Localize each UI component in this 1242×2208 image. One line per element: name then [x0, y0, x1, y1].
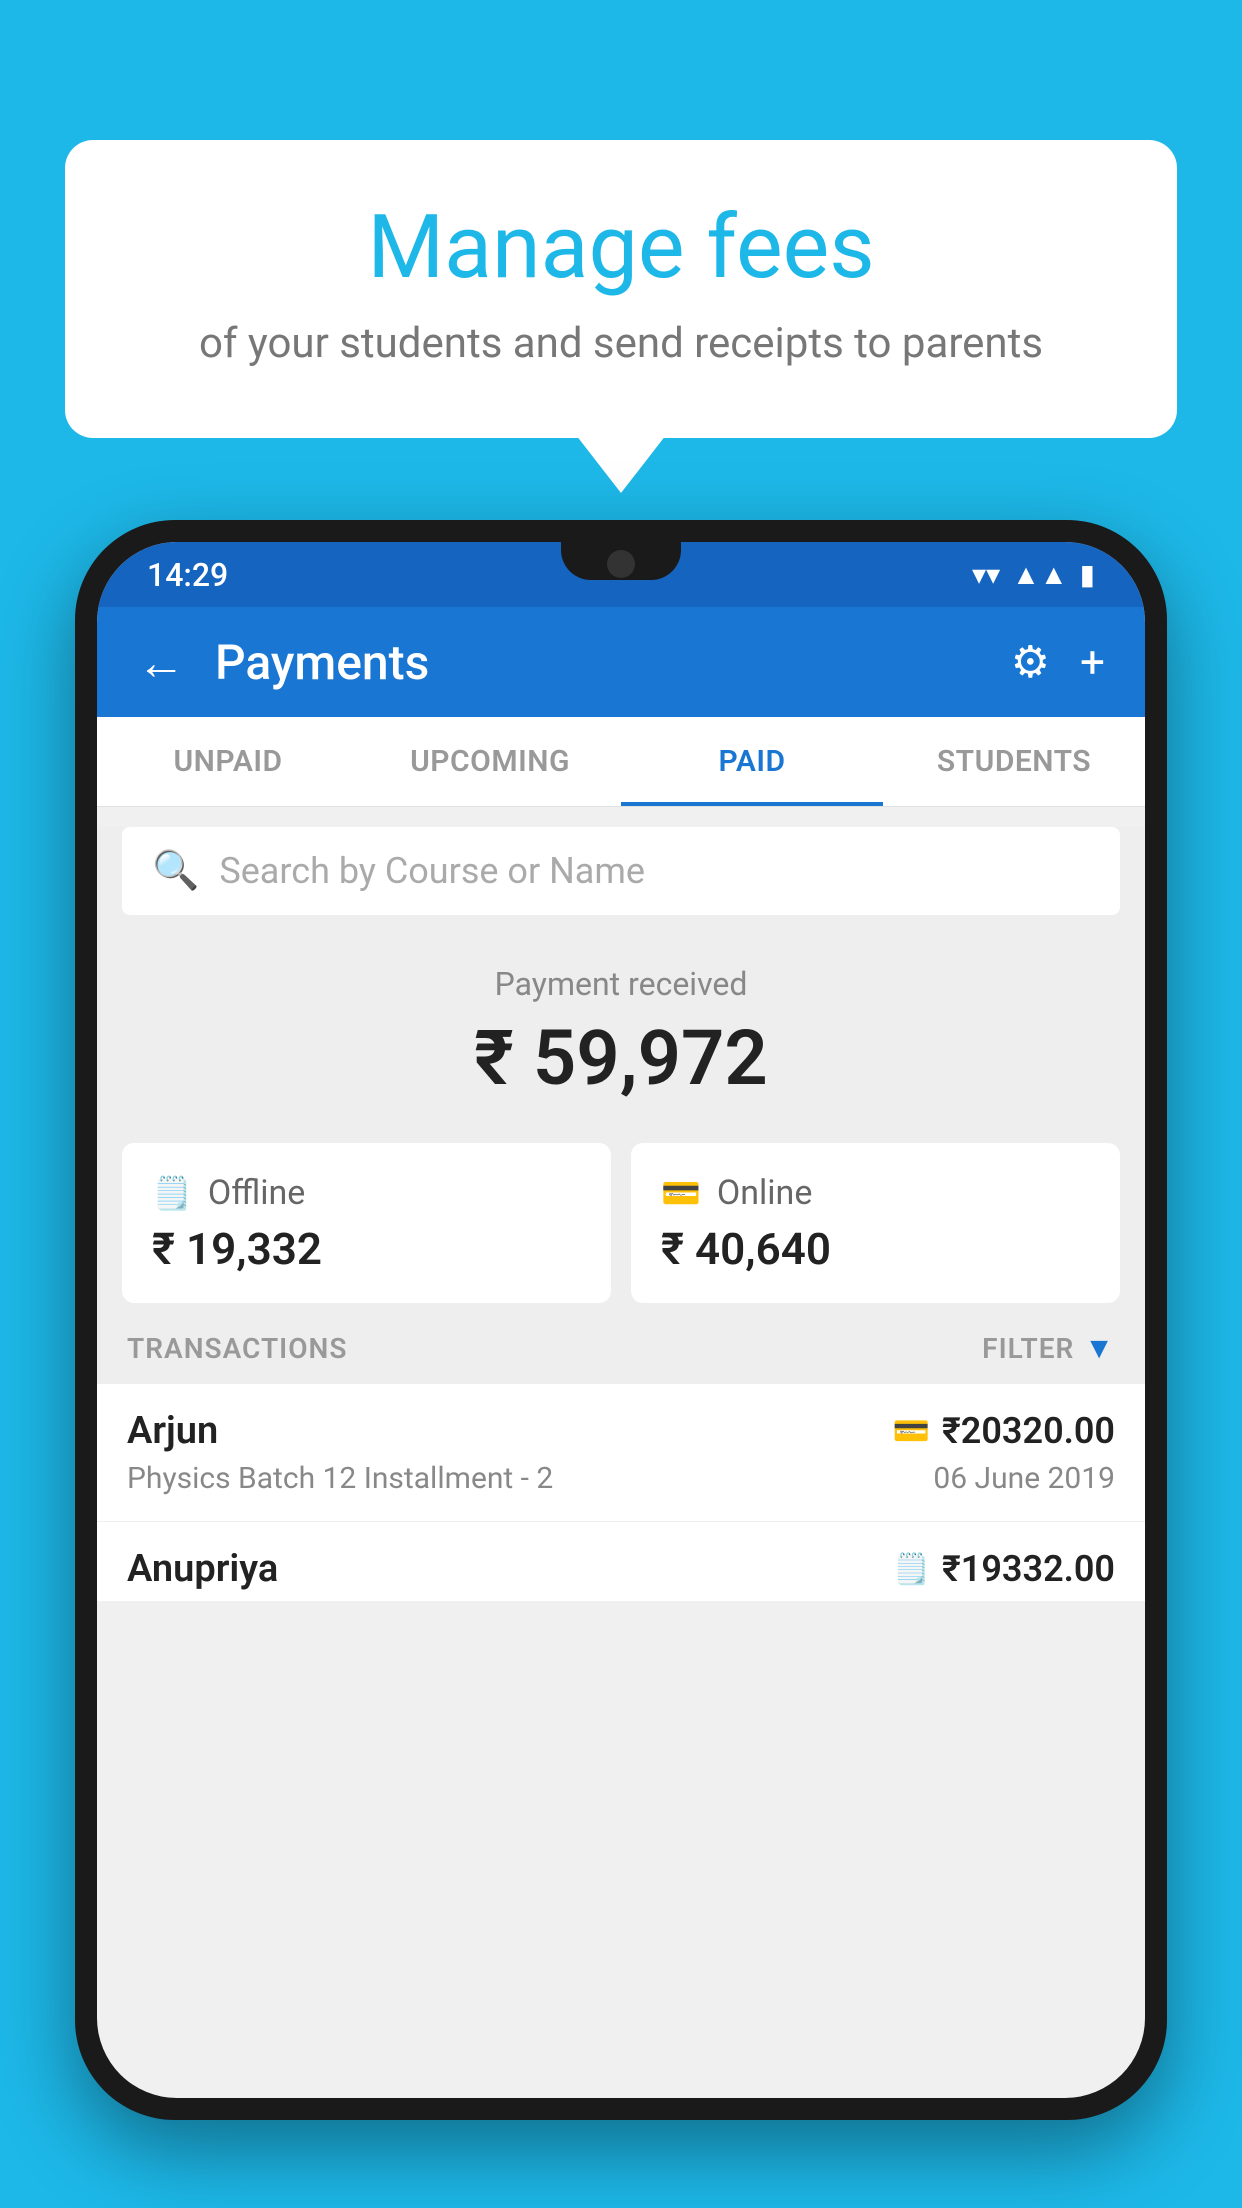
tab-students[interactable]: STUDENTS	[883, 717, 1145, 806]
phone-screen: 14:29 ▾▾ ▲▲ ▮ ← Payments ⚙ + UNPAID	[97, 542, 1145, 2098]
speech-bubble-wrapper: Manage fees of your students and send re…	[65, 140, 1177, 438]
phone-device: 14:29 ▾▾ ▲▲ ▮ ← Payments ⚙ + UNPAID	[75, 520, 1167, 2208]
payment-method-icon: 🗒️	[893, 1552, 930, 1587]
search-bar[interactable]: 🔍 Search by Course or Name	[122, 827, 1120, 915]
transaction-amount-wrapper: 💳 ₹20320.00	[893, 1410, 1115, 1452]
battery-icon: ▮	[1080, 558, 1095, 591]
transaction-amount: ₹20320.00	[942, 1410, 1115, 1452]
offline-card-header: 🗒️ Offline	[152, 1173, 581, 1213]
online-amount: ₹ 40,640	[661, 1223, 1090, 1275]
speech-bubble-title: Manage fees	[145, 200, 1097, 297]
signal-icon: ▲▲	[1012, 558, 1067, 591]
payment-received-section: Payment received ₹ 59,972	[97, 935, 1145, 1123]
settings-icon[interactable]: ⚙	[1011, 636, 1050, 688]
search-input[interactable]: Search by Course or Name	[219, 850, 1090, 892]
speech-bubble: Manage fees of your students and send re…	[65, 140, 1177, 438]
online-icon: 💳	[661, 1174, 701, 1212]
offline-amount: ₹ 19,332	[152, 1223, 581, 1275]
transaction-amount: ₹19332.00	[942, 1548, 1115, 1590]
transaction-top: Anupriya 🗒️ ₹19332.00	[127, 1547, 1115, 1591]
speech-bubble-subtitle: of your students and send receipts to pa…	[145, 319, 1097, 368]
transaction-course: Physics Batch 12 Installment - 2	[127, 1461, 553, 1496]
tab-upcoming[interactable]: UPCOMING	[359, 717, 621, 806]
transactions-label: TRANSACTIONS	[127, 1332, 347, 1365]
tab-unpaid[interactable]: UNPAID	[97, 717, 359, 806]
payment-amount: ₹ 59,972	[97, 1013, 1145, 1103]
online-card: 💳 Online ₹ 40,640	[631, 1143, 1120, 1303]
filter-button[interactable]: FILTER ▼	[982, 1331, 1115, 1366]
transaction-bottom: Physics Batch 12 Installment - 2 06 June…	[127, 1461, 1115, 1496]
transaction-date: 06 June 2019	[933, 1461, 1115, 1496]
offline-card: 🗒️ Offline ₹ 19,332	[122, 1143, 611, 1303]
phone-outer: 14:29 ▾▾ ▲▲ ▮ ← Payments ⚙ + UNPAID	[75, 520, 1167, 2120]
online-card-header: 💳 Online	[661, 1173, 1090, 1213]
transactions-header: TRANSACTIONS FILTER ▼	[97, 1303, 1145, 1384]
offline-icon: 🗒️	[152, 1174, 192, 1212]
top-bar-icons: ⚙ +	[1011, 636, 1105, 688]
phone-camera	[607, 550, 635, 578]
filter-label: FILTER	[982, 1332, 1074, 1365]
table-row[interactable]: Anupriya 🗒️ ₹19332.00	[97, 1522, 1145, 1601]
filter-icon: ▼	[1084, 1331, 1115, 1366]
transaction-top: Arjun 💳 ₹20320.00	[127, 1409, 1115, 1453]
payment-received-label: Payment received	[97, 965, 1145, 1003]
tabs: UNPAID UPCOMING PAID STUDENTS	[97, 717, 1145, 807]
online-label: Online	[717, 1173, 813, 1213]
offline-label: Offline	[208, 1173, 305, 1213]
payment-cards-row: 🗒️ Offline ₹ 19,332 💳 Online ₹ 40,640	[122, 1143, 1120, 1303]
status-time: 14:29	[147, 556, 228, 594]
transaction-amount-wrapper: 🗒️ ₹19332.00	[893, 1548, 1115, 1590]
payment-method-icon: 💳	[893, 1414, 930, 1449]
content-area: 🔍 Search by Course or Name Payment recei…	[97, 827, 1145, 1601]
transaction-name: Anupriya	[127, 1547, 278, 1591]
wifi-icon: ▾▾	[972, 558, 1000, 591]
search-icon: 🔍	[152, 849, 199, 893]
transaction-name: Arjun	[127, 1409, 218, 1453]
add-icon[interactable]: +	[1080, 636, 1105, 688]
page-title: Payments	[215, 634, 1011, 691]
top-bar: ← Payments ⚙ +	[97, 607, 1145, 717]
table-row[interactable]: Arjun 💳 ₹20320.00 Physics Batch 12 Insta…	[97, 1384, 1145, 1522]
status-icons: ▾▾ ▲▲ ▮	[972, 558, 1095, 591]
back-button[interactable]: ←	[137, 634, 185, 691]
tab-paid[interactable]: PAID	[621, 717, 883, 806]
